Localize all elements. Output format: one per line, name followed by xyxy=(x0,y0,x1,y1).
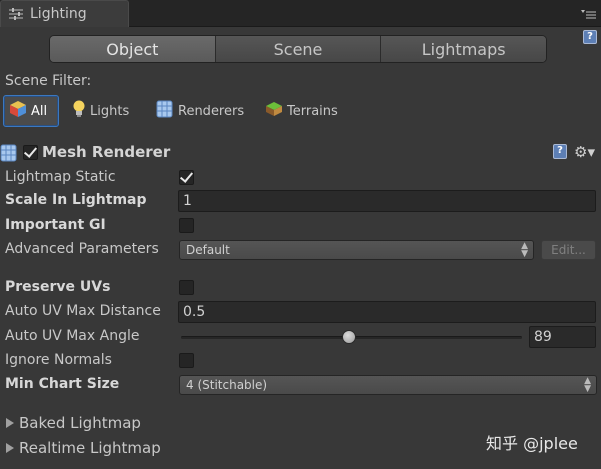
lightbulb-icon xyxy=(71,99,87,123)
advanced-parameters-label: Advanced Parameters xyxy=(5,241,159,257)
preserve-uvs-label: Preserve UVs xyxy=(5,279,111,295)
baked-lightmap-foldout[interactable]: Baked Lightmap xyxy=(6,413,141,433)
foldout-arrow-icon xyxy=(6,418,14,428)
realtime-lightmap-foldout[interactable]: Realtime Lightmap xyxy=(6,438,161,458)
window-tab-bar: Lighting xyxy=(0,0,601,27)
renderer-grid-icon xyxy=(155,99,175,123)
mesh-renderer-header: Mesh Renderer ? ⚙▾ xyxy=(0,142,601,164)
important-gi-row: Important GI xyxy=(0,215,601,237)
dropdown-arrows-icon: ▲ ▼ xyxy=(584,376,591,394)
min-chart-size-label: Min Chart Size xyxy=(5,376,120,392)
lightmap-static-checkbox[interactable] xyxy=(179,170,194,185)
auto-uv-max-angle-row: Auto UV Max Angle 89 xyxy=(0,326,601,348)
min-chart-size-row: Min Chart Size 4 (Stitchable) ▲ ▼ xyxy=(0,374,601,396)
scene-filter-label: Scene Filter: xyxy=(5,73,92,89)
scene-filter-bar: All Lights Renderers Terrains xyxy=(3,95,383,127)
ignore-normals-row: Ignore Normals xyxy=(0,350,601,372)
edit-button[interactable]: Edit... xyxy=(541,240,596,260)
auto-uv-max-distance-row: Auto UV Max Distance 0.5 xyxy=(0,301,601,323)
advanced-parameters-dropdown[interactable]: Default ▲ ▼ xyxy=(179,240,534,260)
filter-renderers-button[interactable]: Renderers xyxy=(151,95,248,127)
terrain-icon xyxy=(264,99,284,123)
lightmap-static-row: Lightmap Static xyxy=(0,167,601,189)
foldout-label: Realtime Lightmap xyxy=(19,439,161,457)
important-gi-label: Important GI xyxy=(5,217,106,233)
watermark: 知乎 @jplee xyxy=(486,434,578,453)
cube-icon xyxy=(8,99,28,123)
help-icon[interactable]: ? xyxy=(583,30,597,44)
filter-terrains-button[interactable]: Terrains xyxy=(260,95,342,127)
filter-label: Lights xyxy=(90,103,130,119)
tab-scene[interactable]: Scene xyxy=(215,36,382,62)
component-help-icon[interactable]: ? xyxy=(553,144,567,159)
filter-lights-button[interactable]: Lights xyxy=(67,95,133,127)
lightmap-static-label: Lightmap Static xyxy=(5,169,116,185)
filter-label: Renderers xyxy=(178,103,245,119)
auto-uv-max-angle-slider-thumb[interactable] xyxy=(342,330,357,344)
advanced-parameters-row: Advanced Parameters Default ▲ ▼ Edit... xyxy=(0,239,601,261)
gear-icon[interactable]: ⚙▾ xyxy=(574,143,595,161)
tab-object[interactable]: Object xyxy=(50,36,216,62)
tab-menu-icon[interactable] xyxy=(579,8,597,22)
ignore-normals-label: Ignore Normals xyxy=(5,352,112,368)
preserve-uvs-row: Preserve UVs xyxy=(0,277,601,299)
auto-uv-max-angle-field[interactable]: 89 xyxy=(529,326,596,348)
lighting-window-tab[interactable]: Lighting xyxy=(0,0,129,27)
component-title: Mesh Renderer xyxy=(42,143,171,161)
preserve-uvs-checkbox[interactable] xyxy=(179,280,194,295)
scale-in-lightmap-row: Scale In Lightmap 1 xyxy=(0,190,601,212)
dropdown-arrows-icon: ▲ ▼ xyxy=(521,241,528,259)
min-chart-size-dropdown[interactable]: 4 (Stitchable) ▲ ▼ xyxy=(179,375,597,395)
foldout-label: Baked Lightmap xyxy=(19,414,141,432)
ignore-normals-checkbox[interactable] xyxy=(179,353,194,368)
auto-uv-max-distance-label: Auto UV Max Distance xyxy=(5,303,161,319)
mode-tabs: Object Scene Lightmaps xyxy=(49,35,547,63)
window-title: Lighting xyxy=(30,6,87,22)
dropdown-value: 4 (Stitchable) xyxy=(186,378,268,392)
dropdown-value: Default xyxy=(186,243,230,257)
filter-label: Terrains xyxy=(287,103,338,119)
scale-in-lightmap-field[interactable]: 1 xyxy=(178,190,596,212)
foldout-arrow-icon xyxy=(6,443,14,453)
auto-uv-max-distance-field[interactable]: 0.5 xyxy=(178,301,596,323)
mesh-renderer-icon xyxy=(0,144,18,166)
important-gi-checkbox[interactable] xyxy=(179,218,194,233)
filter-all-button[interactable]: All xyxy=(3,95,59,127)
filter-label: All xyxy=(31,103,48,119)
lighting-sliders-icon xyxy=(8,7,24,21)
auto-uv-max-angle-label: Auto UV Max Angle xyxy=(5,328,140,344)
tab-lightmaps[interactable]: Lightmaps xyxy=(381,36,546,62)
mesh-renderer-enabled-checkbox[interactable] xyxy=(23,145,38,160)
scale-in-lightmap-label: Scale In Lightmap xyxy=(5,192,147,208)
